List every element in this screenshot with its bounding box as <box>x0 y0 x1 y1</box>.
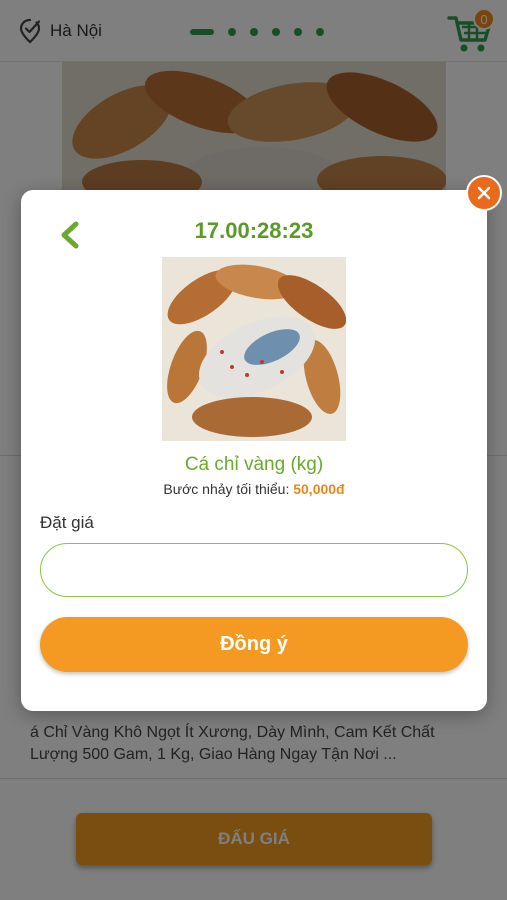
close-icon <box>477 186 491 200</box>
bid-dialog: 17.00:28:23 Cá chỉ vàng (kg) Bước nhảy t… <box>21 190 487 711</box>
confirm-button[interactable]: Đồng ý <box>40 617 468 672</box>
min-step-label: Bước nhảy tối thiểu: <box>163 481 290 497</box>
bid-price-input[interactable] <box>40 543 468 597</box>
countdown-timer: 17.00:28:23 <box>194 218 314 243</box>
price-field-label: Đặt giá <box>40 513 94 532</box>
product-name: Cá chỉ vàng (kg) <box>184 454 324 475</box>
product-image <box>162 257 346 441</box>
min-step-text: Bước nhảy tối thiểu: 50,000đ <box>21 481 487 497</box>
min-step-value: 50,000đ <box>293 481 345 497</box>
close-button[interactable] <box>466 175 502 211</box>
